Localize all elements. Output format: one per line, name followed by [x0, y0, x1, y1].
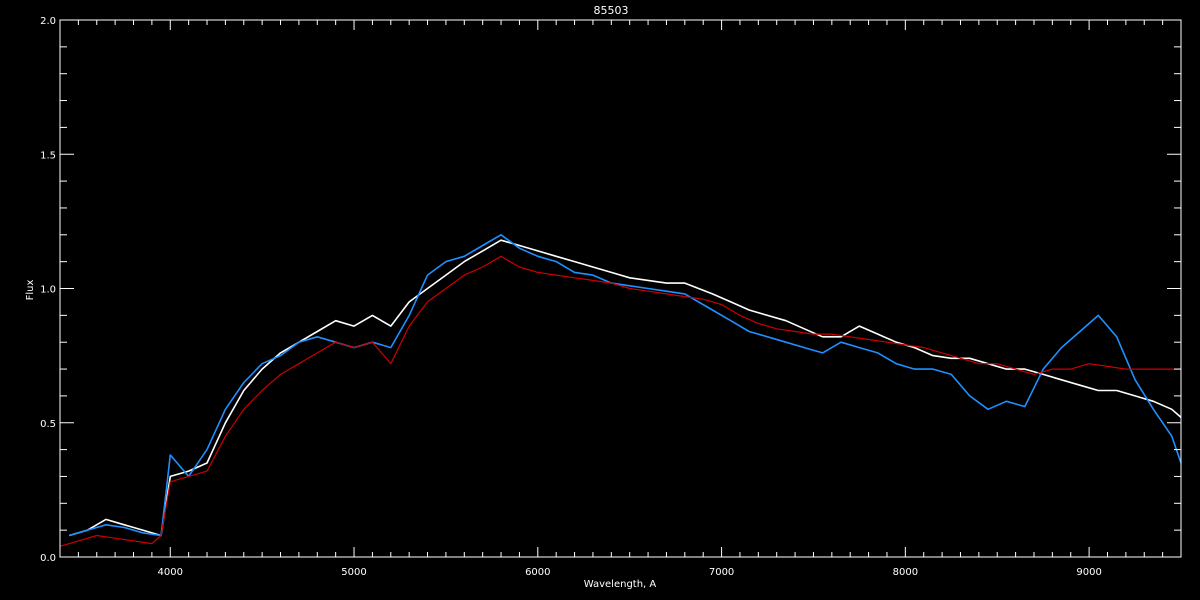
- y-tick-label-1.5: 1.5: [40, 150, 56, 161]
- y-tick-label-0: 0.0: [40, 553, 56, 564]
- x-tick-label-5000: 5000: [341, 567, 366, 578]
- x-axis-label: Wavelength, A: [584, 579, 657, 590]
- x-tick-label-6000: 6000: [525, 567, 550, 578]
- x-tick-label-7000: 7000: [709, 567, 734, 578]
- y-tick-label-0.5: 0.5: [40, 419, 56, 430]
- y-axis-label: Flux: [25, 280, 36, 301]
- x-tick-label-8000: 8000: [893, 567, 918, 578]
- spectrum-chart: 85503 4000 5000 6000 7000 8000 9000 0.0 0.5 1.0 1…: [0, 0, 1200, 600]
- y-tick-label-2: 2.0: [40, 16, 56, 27]
- x-tick-label-4000: 4000: [158, 567, 183, 578]
- y-tick-label-1: 1.0: [40, 285, 56, 296]
- plot-background: [0, 0, 1200, 600]
- chart-title: 85503: [594, 4, 629, 17]
- x-tick-label-9000: 9000: [1076, 567, 1101, 578]
